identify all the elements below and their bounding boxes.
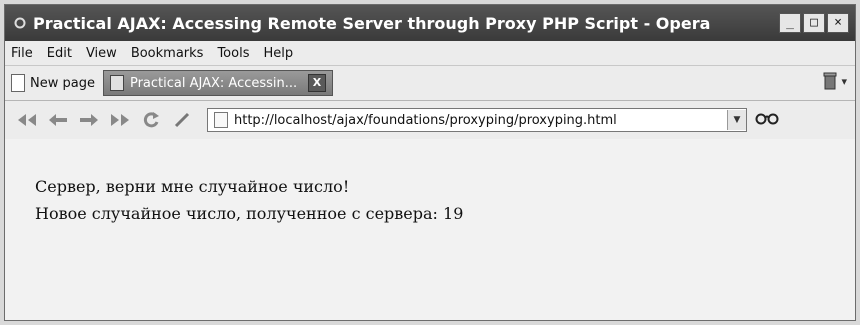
rewind-button[interactable] — [13, 107, 41, 133]
reload-icon — [143, 112, 159, 128]
menu-help[interactable]: Help — [263, 46, 293, 61]
forward-icon — [80, 114, 98, 126]
back-icon — [49, 114, 67, 126]
menu-file[interactable]: File — [11, 46, 33, 61]
minimize-button[interactable]: _ — [779, 13, 801, 33]
page-icon — [214, 112, 228, 128]
opera-icon — [13, 16, 27, 30]
fast-forward-icon — [111, 114, 129, 126]
trash-icon — [823, 72, 837, 90]
trash-button[interactable]: ▾ — [823, 72, 847, 90]
tab-page-icon — [109, 75, 124, 91]
address-dropdown-button[interactable]: ▼ — [727, 110, 746, 130]
dropdown-icon: ▼ — [733, 115, 741, 125]
new-page-icon — [11, 74, 25, 92]
browser-window: Practical AJAX: Accessing Remote Server … — [4, 4, 856, 321]
menu-bookmarks[interactable]: Bookmarks — [131, 46, 204, 61]
address-bar[interactable]: http://localhost/ajax/foundations/proxyp… — [207, 108, 747, 132]
menu-tools[interactable]: Tools — [217, 46, 249, 61]
page-text-line-1: Сервер, верни мне случайное число! — [35, 177, 350, 196]
glasses-icon[interactable] — [755, 110, 779, 131]
new-page-button[interactable]: New page — [11, 74, 95, 92]
new-page-label: New page — [30, 75, 95, 91]
address-input[interactable]: http://localhost/ajax/foundations/proxyp… — [234, 113, 727, 128]
title-bar: Practical AJAX: Accessing Remote Server … — [5, 5, 855, 41]
rewind-icon — [18, 114, 36, 126]
maximize-button[interactable]: □ — [803, 13, 825, 33]
edit-icon — [174, 112, 190, 128]
menu-view[interactable]: View — [86, 46, 117, 61]
reload-button[interactable] — [137, 107, 165, 133]
window-title: Practical AJAX: Accessing Remote Server … — [33, 13, 711, 33]
fast-forward-button[interactable] — [106, 107, 134, 133]
tab-close-button[interactable]: X — [307, 74, 326, 92]
close-button[interactable]: × — [827, 13, 849, 33]
edit-button[interactable] — [168, 107, 196, 133]
navigation-toolbar: http://localhost/ajax/foundations/proxyp… — [5, 101, 855, 140]
page-text-line-2: Новое случайное число, полученное с серв… — [35, 204, 464, 223]
page-content: Сервер, верни мне случайное число! Новое… — [5, 139, 855, 320]
menu-edit[interactable]: Edit — [47, 46, 72, 61]
tab-bar: New page Practical AJAX: Accessin... X ▾ — [5, 66, 855, 101]
menu-bar: File Edit View Bookmarks Tools Help — [5, 41, 855, 66]
tab-title: Practical AJAX: Accessin... — [129, 75, 298, 91]
chevron-down-icon: ▾ — [841, 74, 847, 88]
forward-button[interactable] — [75, 107, 103, 133]
tab-active[interactable]: Practical AJAX: Accessin... X — [102, 70, 333, 96]
back-button[interactable] — [44, 107, 72, 133]
